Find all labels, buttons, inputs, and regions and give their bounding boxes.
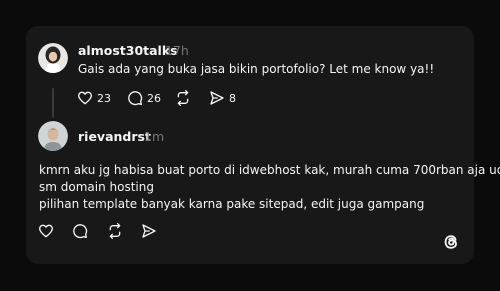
share-count: 8 (229, 91, 236, 105)
comment-bubble-icon (128, 91, 143, 106)
threads-logo-icon (444, 235, 457, 249)
thread-connector-line (52, 88, 54, 118)
thread-card: almost30talks 17h Gais ada yang buka jas… (26, 26, 500, 264)
post-timestamp: 17h (165, 43, 189, 58)
comment-bubble-icon (73, 224, 88, 239)
post-username[interactable]: almost30talks (78, 43, 178, 58)
send-icon (210, 91, 224, 105)
reply-timestamp: 1m (144, 129, 165, 144)
reply-comment-button[interactable] (72, 223, 88, 239)
post-repost-button[interactable] (175, 90, 191, 106)
reply-username[interactable]: rievandrst (78, 129, 151, 144)
reply-text-line-3: pilihan template banyak karna pake sitep… (39, 197, 425, 211)
heart-icon (78, 91, 92, 105)
heart-icon (39, 224, 53, 238)
post-comment-button[interactable]: 26 (127, 90, 161, 106)
post-author-avatar[interactable] (38, 43, 68, 73)
post-like-button[interactable]: 23 (77, 90, 111, 106)
reply-author-avatar[interactable] (38, 121, 68, 151)
send-icon (142, 224, 156, 238)
reply-share-button[interactable] (141, 223, 157, 239)
reply-like-button[interactable] (38, 223, 54, 239)
reply-repost-button[interactable] (107, 223, 123, 239)
reply-text-line-1: kmrn aku jg habisa buat porto di idwebho… (39, 163, 500, 177)
post-text: Gais ada yang buka jasa bikin portofolio… (78, 62, 435, 76)
like-count: 23 (97, 91, 111, 105)
repost-icon (109, 223, 121, 239)
post-share-button[interactable]: 8 (209, 90, 236, 106)
comment-count: 26 (147, 91, 161, 105)
repost-icon (177, 90, 189, 106)
reply-text-line-2: sm domain hosting (39, 180, 154, 194)
